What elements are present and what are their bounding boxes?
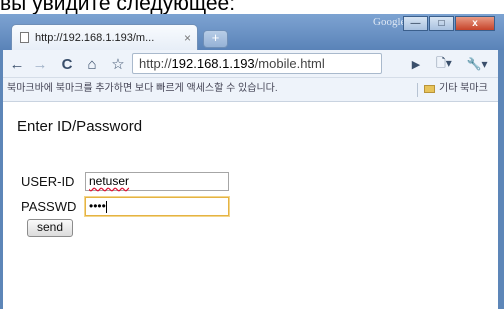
url-path: /mobile.html [254,56,325,71]
send-button[interactable]: send [27,219,73,237]
user-id-label: USER-ID [21,174,75,189]
browser-window: Google — □ x http://192.168.1.193/m... ×… [0,14,504,309]
folder-icon [424,85,435,93]
password-value: •••• [89,199,106,213]
reload-button[interactable]: C [57,54,77,74]
other-bookmarks-label: 기타 북마크 [439,83,488,94]
new-tab-button[interactable]: + [203,30,228,48]
navigation-toolbar: ← → C ⌂ ☆ http://192.168.1.193/mobile.ht… [3,50,498,78]
password-label: PASSWD [21,199,77,214]
window-edge [498,50,504,309]
window-controls: — □ x [402,16,495,31]
bookmark-bar: 북마크바에 북마크를 추가하면 보다 빠르게 액세스할 수 있습니다. 기타 북… [3,78,498,102]
url-scheme: http:// [139,56,172,71]
bookmark-divider [417,83,418,97]
bookmark-hint: 북마크바에 북마크를 추가하면 보다 빠르게 액세스할 수 있습니다. [7,83,278,94]
minimize-button[interactable]: — [403,16,428,31]
page-menu-button[interactable]: 🗋▾ [430,54,458,74]
maximize-button[interactable]: □ [429,16,454,31]
browser-tab[interactable]: http://192.168.1.193/m... × [11,24,198,50]
tools-menu-button[interactable]: 🔧▾ [463,54,491,74]
user-id-field[interactable]: netuser [85,172,229,191]
password-field[interactable]: •••• [85,197,229,216]
close-window-button[interactable]: x [455,16,495,31]
page-content: Enter ID/Password USER-ID netuser PASSWD… [3,102,498,309]
star-icon[interactable]: ☆ [108,54,128,74]
back-button[interactable]: ← [7,54,27,74]
page-title: Enter ID/Password [17,118,143,135]
other-bookmarks-button[interactable]: 기타 북마크 [424,78,488,100]
brand-label: Google [373,16,406,28]
home-button[interactable]: ⌂ [82,54,102,74]
go-button[interactable]: ▶ [406,54,426,74]
page-icon [20,32,29,43]
tab-close-icon[interactable]: × [184,31,191,45]
url-host: 192.168.1.193 [171,56,255,71]
text-caret [105,200,107,213]
title-bar: Google — □ x http://192.168.1.193/m... ×… [0,14,504,50]
address-bar[interactable]: http://192.168.1.193/mobile.html [132,53,382,74]
forward-button[interactable]: → [30,54,50,74]
user-id-value: netuser [89,174,130,188]
caption-text: вы увидите следующее: [0,0,236,14]
tab-title: http://192.168.1.193/m... [35,31,155,44]
